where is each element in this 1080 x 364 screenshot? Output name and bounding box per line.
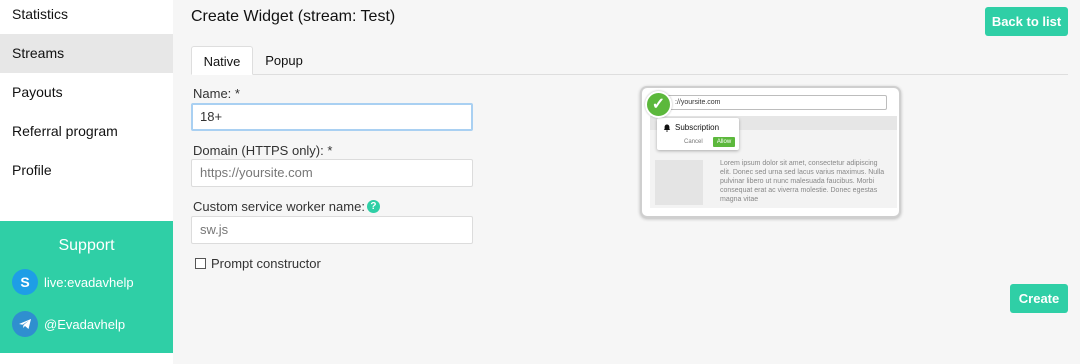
- sidebar-item-profile[interactable]: Profile: [0, 151, 173, 190]
- preview-url-bar: ://yoursite.com: [666, 95, 887, 110]
- prompt-constructor-label: Prompt constructor: [211, 256, 321, 271]
- check-icon: ✓: [645, 91, 672, 118]
- bell-icon: [663, 124, 671, 132]
- preview-popup-title: Subscription: [663, 123, 719, 132]
- page-title: Create Widget (stream: Test): [191, 8, 396, 25]
- preview-thumbnail: [655, 160, 703, 205]
- create-button[interactable]: Create: [1010, 284, 1068, 313]
- worker-label-text: Custom service worker name:: [193, 199, 365, 214]
- worker-label: Custom service worker name: ?: [193, 199, 380, 214]
- support-telegram-label: @Evadavhelp: [44, 316, 126, 332]
- svg-text:S: S: [20, 274, 29, 290]
- name-input[interactable]: 18+: [191, 103, 473, 131]
- sidebar-item-statistics[interactable]: Statistics: [0, 0, 173, 34]
- tab-popup[interactable]: Popup: [258, 46, 310, 75]
- preview-body-text: Lorem ipsum dolor sit amet, consectetur …: [720, 160, 885, 203]
- preview-allow-label: Allow: [713, 137, 735, 147]
- sidebar: Statistics Streams Payouts Referral prog…: [0, 0, 173, 364]
- sidebar-item-payouts[interactable]: Payouts: [0, 73, 173, 112]
- sidebar-item-referral-program[interactable]: Referral program: [0, 112, 173, 151]
- support-skype-link[interactable]: S live:evadavhelp: [12, 269, 134, 295]
- domain-input[interactable]: https://yoursite.com: [191, 159, 473, 187]
- worker-name-input[interactable]: sw.js: [191, 216, 473, 244]
- support-skype-label: live:evadavhelp: [44, 274, 134, 290]
- prompt-constructor-option[interactable]: Prompt constructor: [195, 256, 321, 271]
- skype-icon: S: [12, 269, 38, 295]
- back-to-list-button[interactable]: Back to list: [985, 7, 1068, 36]
- preview-cancel-label: Cancel: [684, 139, 703, 145]
- tab-native[interactable]: Native: [191, 46, 253, 75]
- widget-preview: ://yoursite.com Lorem ipsum dolor sit am…: [640, 86, 901, 218]
- telegram-icon: [12, 311, 38, 337]
- prompt-constructor-checkbox[interactable]: [195, 258, 206, 269]
- domain-label: Domain (HTTPS only): *: [193, 143, 333, 158]
- tabs-divider: [191, 74, 1068, 75]
- preview-subscription-popup: Subscription Cancel Allow: [657, 118, 739, 150]
- support-panel: Support S live:evadavhelp @Evadavhelp: [0, 221, 173, 353]
- support-telegram-link[interactable]: @Evadavhelp: [12, 311, 125, 337]
- sidebar-item-streams[interactable]: Streams: [0, 34, 173, 73]
- preview-popup-title-text: Subscription: [675, 123, 720, 132]
- help-icon[interactable]: ?: [366, 200, 380, 213]
- support-title: Support: [58, 237, 115, 254]
- name-label: Name: *: [193, 86, 240, 101]
